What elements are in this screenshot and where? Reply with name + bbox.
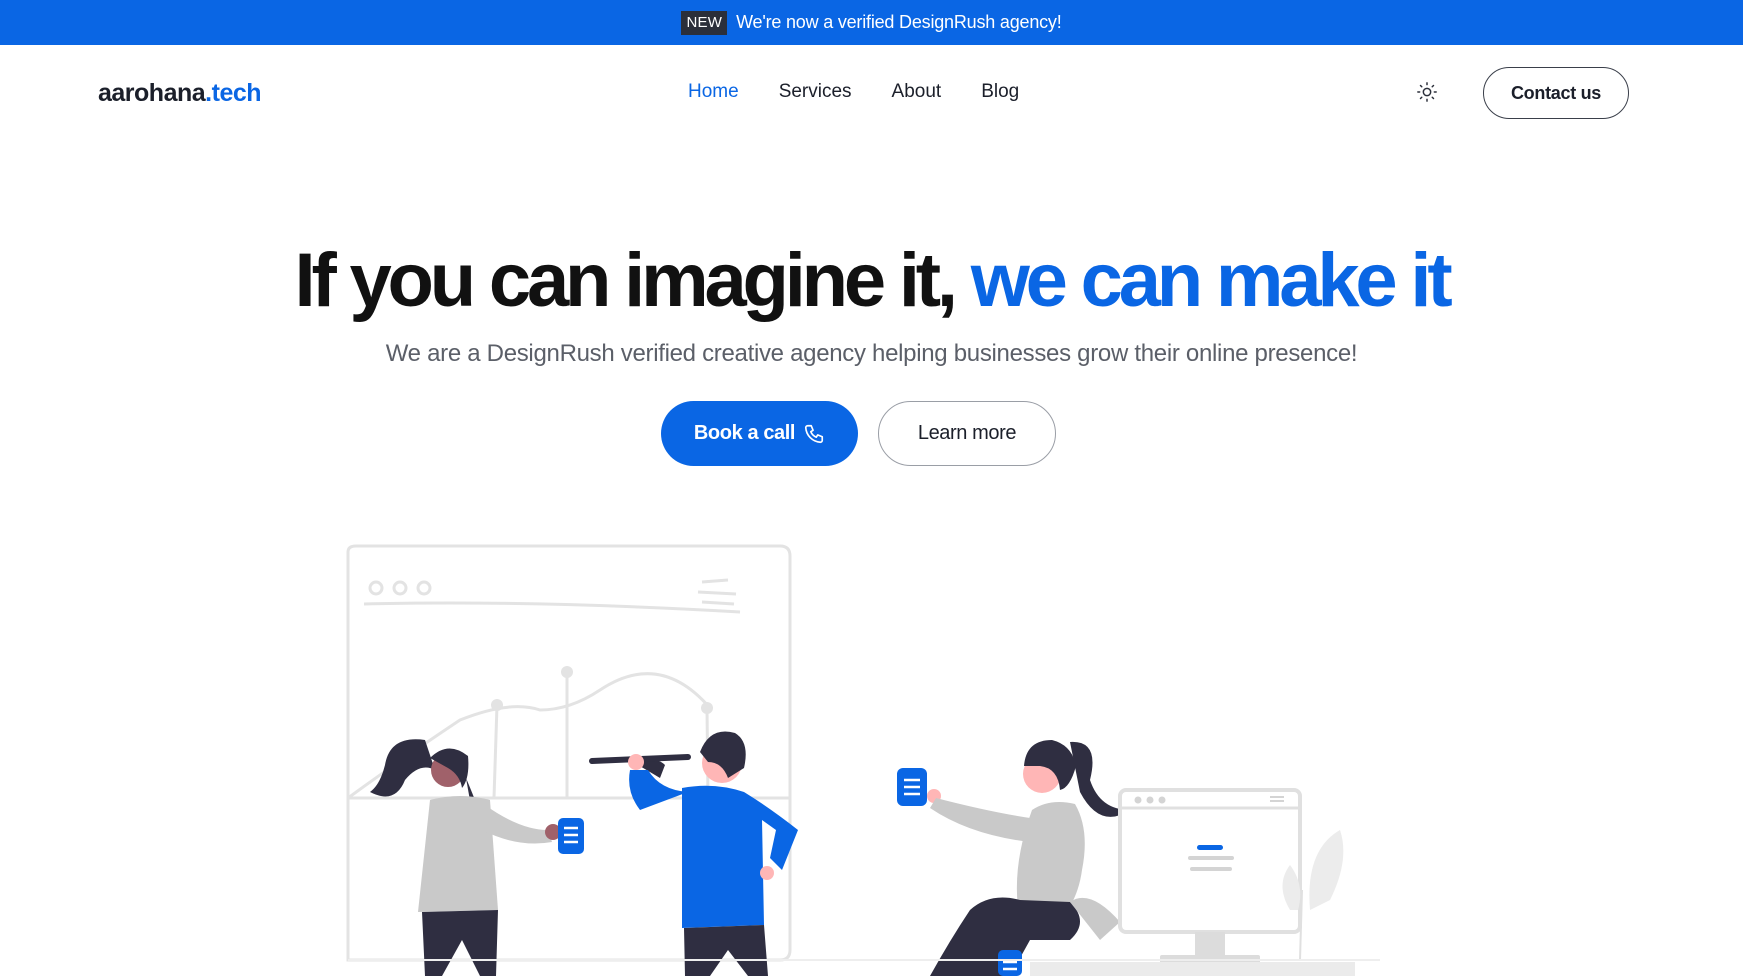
person-woman-left [370,739,584,976]
theme-toggle-button[interactable] [1414,79,1440,105]
hero-title: If you can imagine it, we can make it [0,240,1743,322]
book-a-call-label: Book a call [693,422,796,444]
hero-title-part1: If you can imagine it, [294,238,958,323]
logo-text-main: aarohana [98,79,206,107]
nav-item-about[interactable]: About [892,81,942,103]
nav-item-services[interactable]: Services [779,81,852,103]
nav-item-home[interactable]: Home [688,81,739,103]
learn-more-button[interactable]: Learn more [878,401,1056,466]
person-man-center [589,731,798,976]
nav-item-blog[interactable]: Blog [981,81,1019,103]
contact-us-button[interactable]: Contact us [1483,67,1629,119]
announcement-bar[interactable]: NEW We're now a verified DesignRush agen… [0,0,1743,45]
logo-text-domain: .tech [205,79,262,107]
hero-title-part2: we can make it [970,238,1453,323]
main-nav: Home Services About Blog [688,81,1019,103]
hero-subtitle: We are a DesignRush verified creative ag… [385,340,1358,367]
book-a-call-button[interactable]: Book a call [661,401,858,466]
site-logo[interactable]: aarohana.tech [98,79,262,108]
site-header: aarohana.tech Home Services About Blog C… [0,45,1743,141]
announcement-message[interactable]: We're now a verified DesignRush agency! [736,12,1062,33]
sun-icon [1417,82,1437,102]
person-woman-right [897,740,1130,976]
new-badge: NEW [681,10,728,35]
phone-icon [805,424,824,443]
hero-illustration [346,544,1380,976]
